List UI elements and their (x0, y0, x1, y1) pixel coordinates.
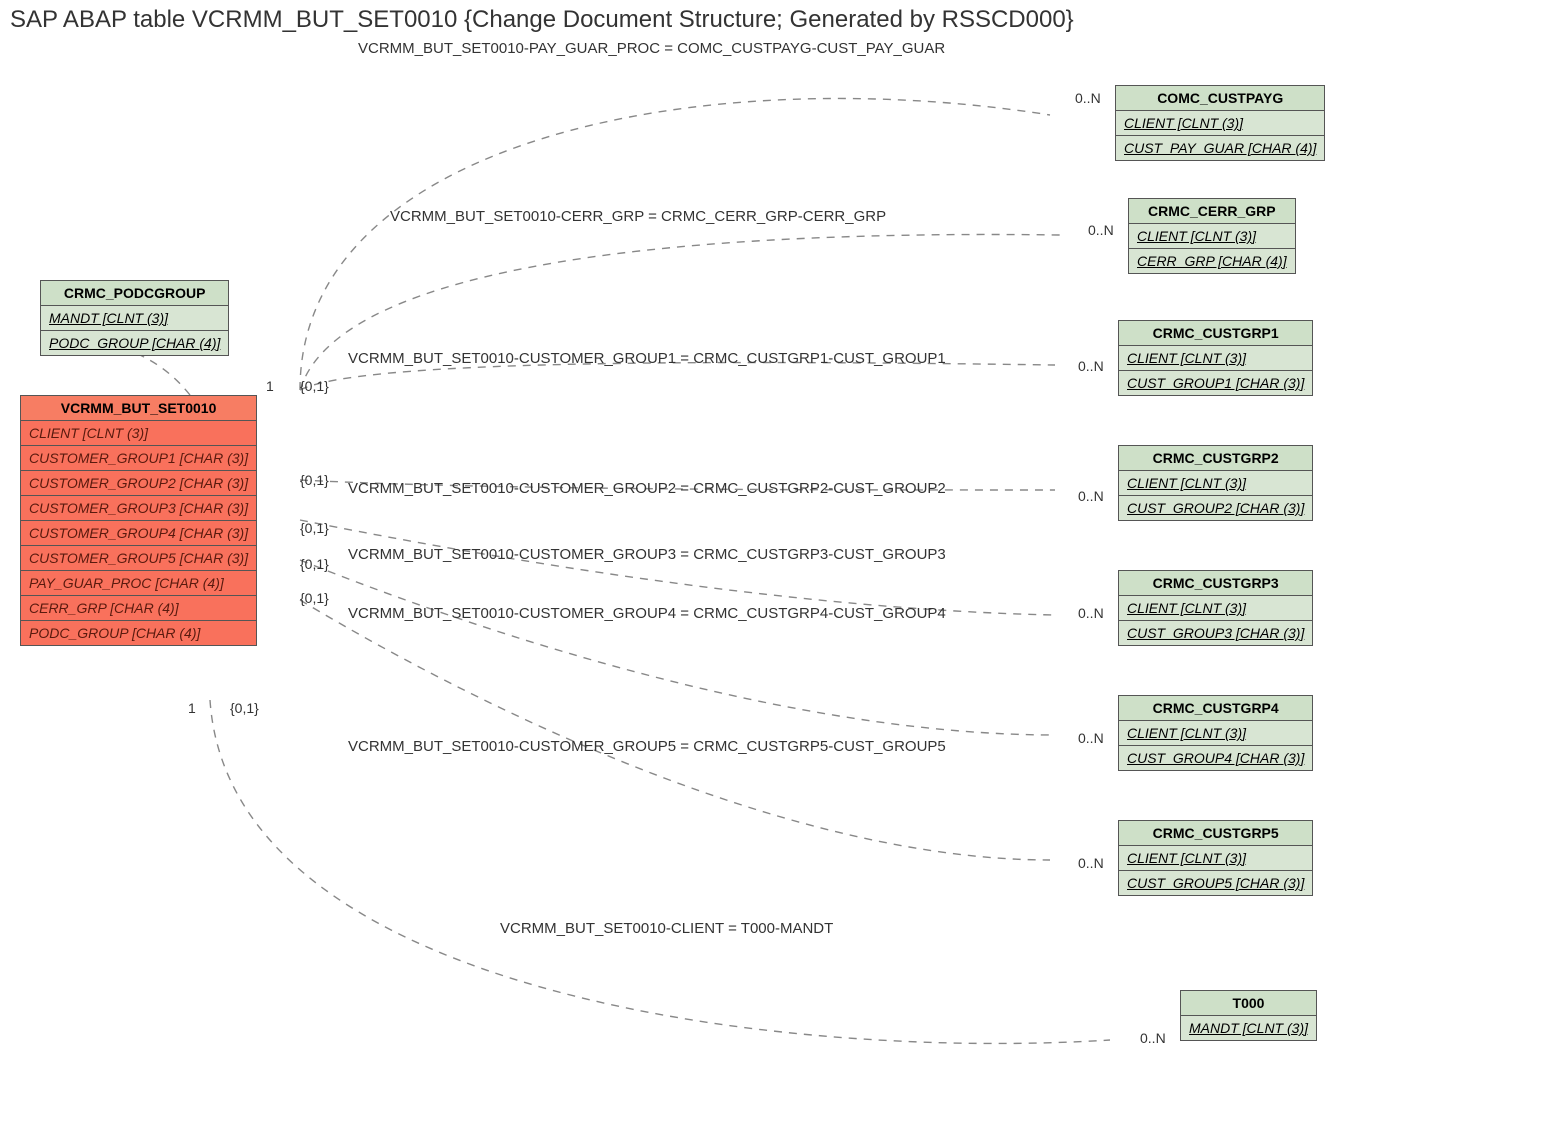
entity-vcrmm-but-set0010: VCRMM_BUT_SET0010 CLIENT [CLNT (3)] CUST… (20, 395, 257, 646)
cardinality-label: 1 (188, 700, 196, 716)
entity-crmc-custgrp4: CRMC_CUSTGRP4 CLIENT [CLNT (3)] CUST_GRO… (1118, 695, 1313, 771)
relation-label: VCRMM_BUT_SET0010-CUSTOMER_GROUP3 = CRMC… (348, 546, 946, 563)
entity-header: T000 (1181, 991, 1316, 1016)
entity-field: CERR_GRP [CHAR (4)] (21, 596, 256, 621)
relation-label: VCRMM_BUT_SET0010-CUSTOMER_GROUP5 = CRMC… (348, 738, 946, 755)
entity-crmc-custgrp5: CRMC_CUSTGRP5 CLIENT [CLNT (3)] CUST_GRO… (1118, 820, 1313, 896)
entity-header: CRMC_CUSTGRP4 (1119, 696, 1312, 721)
entity-field: MANDT [CLNT (3)] (41, 306, 228, 331)
cardinality-label: 0..N (1078, 358, 1104, 374)
entity-field: CUST_GROUP5 [CHAR (3)] (1119, 871, 1312, 895)
cardinality-label: 0..N (1088, 222, 1114, 238)
entity-field: MANDT [CLNT (3)] (1181, 1016, 1316, 1040)
entity-header: CRMC_CUSTGRP1 (1119, 321, 1312, 346)
entity-field: CUSTOMER_GROUP1 [CHAR (3)] (21, 446, 256, 471)
entity-crmc-custgrp1: CRMC_CUSTGRP1 CLIENT [CLNT (3)] CUST_GRO… (1118, 320, 1313, 396)
entity-header: CRMC_CUSTGRP5 (1119, 821, 1312, 846)
entity-comc-custpayg: COMC_CUSTPAYG CLIENT [CLNT (3)] CUST_PAY… (1115, 85, 1325, 161)
entity-crmc-custgrp2: CRMC_CUSTGRP2 CLIENT [CLNT (3)] CUST_GRO… (1118, 445, 1313, 521)
cardinality-label: {0,1} (230, 700, 259, 716)
entity-header: CRMC_CUSTGRP3 (1119, 571, 1312, 596)
cardinality-label: 0..N (1140, 1030, 1166, 1046)
cardinality-label: 0..N (1078, 605, 1104, 621)
entity-field: CLIENT [CLNT (3)] (1129, 224, 1295, 249)
entity-header: CRMC_PODCGROUP (41, 281, 228, 306)
entity-field: CUSTOMER_GROUP2 [CHAR (3)] (21, 471, 256, 496)
cardinality-label: {0,1} (300, 590, 329, 606)
entity-field: CUST_GROUP1 [CHAR (3)] (1119, 371, 1312, 395)
entity-field: CLIENT [CLNT (3)] (1116, 111, 1324, 136)
entity-field: PAY_GUAR_PROC [CHAR (4)] (21, 571, 256, 596)
entity-header: CRMC_CERR_GRP (1129, 199, 1295, 224)
entity-header: VCRMM_BUT_SET0010 (21, 396, 256, 421)
entity-field: CUST_GROUP4 [CHAR (3)] (1119, 746, 1312, 770)
entity-header: CRMC_CUSTGRP2 (1119, 446, 1312, 471)
entity-field: CLIENT [CLNT (3)] (1119, 596, 1312, 621)
relation-label: VCRMM_BUT_SET0010-CUSTOMER_GROUP4 = CRMC… (348, 605, 946, 622)
entity-crmc-cerr-grp: CRMC_CERR_GRP CLIENT [CLNT (3)] CERR_GRP… (1128, 198, 1296, 274)
entity-header: COMC_CUSTPAYG (1116, 86, 1324, 111)
entity-crmc-podcgroup: CRMC_PODCGROUP MANDT [CLNT (3)] PODC_GRO… (40, 280, 229, 356)
relation-label: VCRMM_BUT_SET0010-PAY_GUAR_PROC = COMC_C… (358, 40, 945, 57)
entity-field: CERR_GRP [CHAR (4)] (1129, 249, 1295, 273)
relation-label: VCRMM_BUT_SET0010-CUSTOMER_GROUP1 = CRMC… (348, 350, 946, 367)
page-title: SAP ABAP table VCRMM_BUT_SET0010 {Change… (10, 6, 1074, 34)
entity-field: CLIENT [CLNT (3)] (1119, 846, 1312, 871)
cardinality-label: {0,1} (300, 378, 329, 394)
entity-field: CUST_GROUP3 [CHAR (3)] (1119, 621, 1312, 645)
entity-field: CLIENT [CLNT (3)] (1119, 471, 1312, 496)
cardinality-label: 0..N (1075, 90, 1101, 106)
entity-field: PODC_GROUP [CHAR (4)] (41, 331, 228, 355)
cardinality-label: {0,1} (300, 472, 329, 488)
cardinality-label: {0,1} (300, 520, 329, 536)
entity-field: CUSTOMER_GROUP3 [CHAR (3)] (21, 496, 256, 521)
entity-field: CUST_GROUP2 [CHAR (3)] (1119, 496, 1312, 520)
relation-label: VCRMM_BUT_SET0010-CUSTOMER_GROUP2 = CRMC… (348, 480, 946, 497)
cardinality-label: 0..N (1078, 855, 1104, 871)
entity-field: CUSTOMER_GROUP4 [CHAR (3)] (21, 521, 256, 546)
entity-crmc-custgrp3: CRMC_CUSTGRP3 CLIENT [CLNT (3)] CUST_GRO… (1118, 570, 1313, 646)
cardinality-label: 1 (266, 378, 274, 394)
relation-label: VCRMM_BUT_SET0010-CLIENT = T000-MANDT (500, 920, 833, 937)
entity-field: CUSTOMER_GROUP5 [CHAR (3)] (21, 546, 256, 571)
relation-label: VCRMM_BUT_SET0010-CERR_GRP = CRMC_CERR_G… (390, 208, 886, 225)
entity-field: CLIENT [CLNT (3)] (21, 421, 256, 446)
entity-field: CLIENT [CLNT (3)] (1119, 346, 1312, 371)
cardinality-label: {0,1} (300, 556, 329, 572)
entity-field: PODC_GROUP [CHAR (4)] (21, 621, 256, 645)
entity-t000: T000 MANDT [CLNT (3)] (1180, 990, 1317, 1041)
entity-field: CUST_PAY_GUAR [CHAR (4)] (1116, 136, 1324, 160)
cardinality-label: 0..N (1078, 730, 1104, 746)
cardinality-label: 0..N (1078, 488, 1104, 504)
entity-field: CLIENT [CLNT (3)] (1119, 721, 1312, 746)
